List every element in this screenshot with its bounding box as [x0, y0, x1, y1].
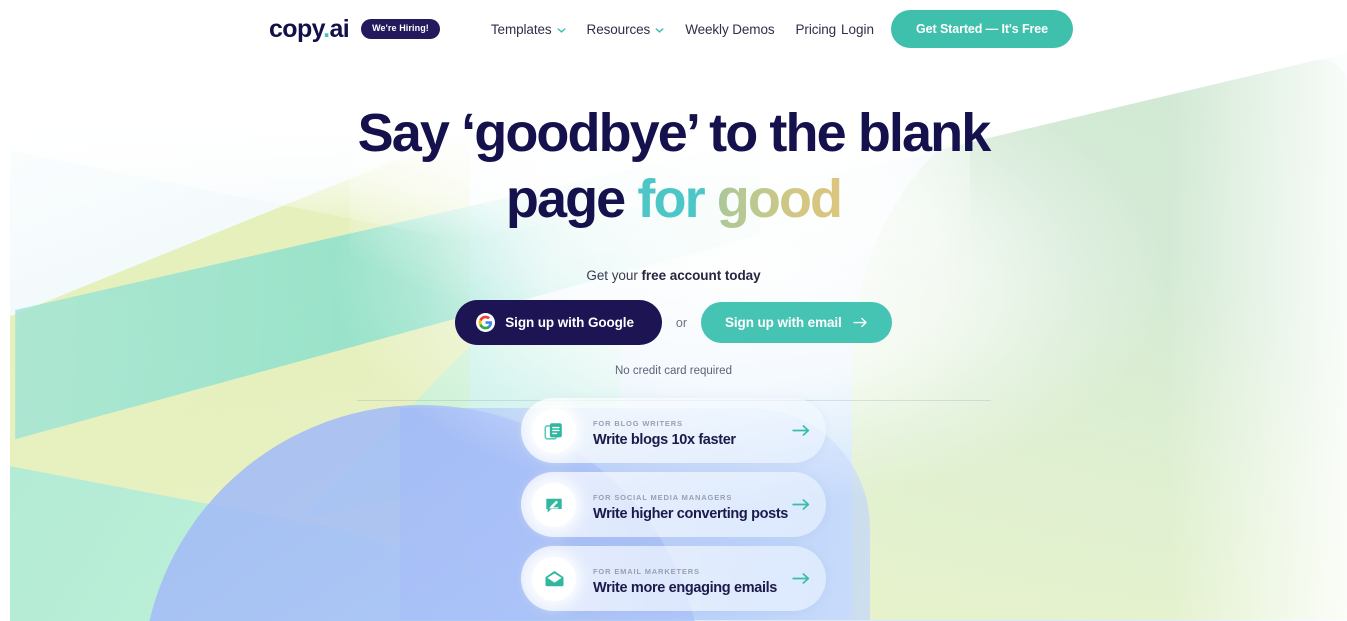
feature-card-eyebrow: FOR SOCIAL MEDIA MANAGERS — [593, 492, 733, 502]
fine-print: No credit card required — [615, 365, 732, 377]
nav-item-resources-label: Resources — [586, 21, 651, 37]
hero-subtitle-prefix: Get your — [586, 268, 642, 283]
or-separator: or — [675, 315, 687, 330]
feature-card-eyebrow: FOR BLOG WRITERS — [593, 418, 683, 428]
sign-up-with-email-label: Sign up with email — [725, 315, 842, 330]
nav-item-weekly-demos[interactable]: Weekly Demos — [685, 22, 774, 37]
logo[interactable]: copy.ai — [269, 14, 350, 43]
arrow-right-icon[interactable] — [792, 498, 811, 511]
headline-line-1: Say ‘goodbye’ to the blank — [357, 103, 992, 163]
hero-subtitle: Get your free account today — [0, 268, 1347, 283]
feature-card-blog-writers[interactable]: FOR BLOG WRITERS Write blogs 10x faster — [521, 398, 826, 463]
feature-card-text: FOR BLOG WRITERS Write blogs 10x faster — [593, 413, 786, 449]
hero-subtitle-bold: free account today — [641, 268, 761, 283]
feature-card-title: Write blogs 10x faster — [593, 431, 736, 448]
feature-card-eyebrow: FOR EMAIL MARKETERS — [593, 566, 700, 576]
page-title: Say ‘goodbye’ to the blank page for good — [0, 106, 1347, 226]
nav-item-templates-label: Templates — [490, 21, 552, 37]
hiring-badge[interactable]: We're Hiring! — [361, 19, 440, 39]
nav-item-weekly-demos-label: Weekly Demos — [685, 21, 775, 37]
headline-word-page: page — [505, 169, 638, 229]
feature-card-title: Write higher converting posts — [593, 505, 789, 522]
nav-item-templates[interactable]: Templates — [491, 22, 566, 37]
logo-text: copy — [269, 14, 324, 43]
sign-up-with-google-button[interactable]: Sign up with Google — [455, 300, 662, 345]
headline-word-good: good — [716, 169, 843, 229]
headline-word-for: for — [637, 169, 717, 229]
login-link[interactable]: Login — [841, 22, 874, 37]
chevron-down-icon — [655, 26, 664, 35]
arrow-right-icon — [853, 317, 868, 328]
feature-card-text: FOR EMAIL MARKETERS Write more engaging … — [593, 561, 786, 597]
sign-up-with-google-label: Sign up with Google — [505, 315, 634, 330]
hero-section: Say ‘goodbye’ to the blank page for good… — [0, 106, 1347, 401]
nav-links: Templates Resources Weekly Demos Pricing — [491, 22, 836, 37]
sign-up-with-email-button[interactable]: Sign up with email — [701, 302, 892, 343]
feature-card-list: FOR BLOG WRITERS Write blogs 10x faster — [0, 398, 1347, 611]
speech-bubble-pen-icon — [532, 482, 576, 527]
nav-item-resources[interactable]: Resources — [587, 22, 665, 37]
headline-line-2: page for good — [0, 172, 1347, 226]
feature-card-text: FOR SOCIAL MEDIA MANAGERS Write higher c… — [593, 487, 789, 523]
page-root: copy.ai We're Hiring! Templates Resource… — [0, 0, 1347, 621]
navbar-right-group: Login Get Started — It's Free — [841, 10, 1073, 48]
google-icon — [476, 313, 496, 332]
nav-item-pricing[interactable]: Pricing — [796, 22, 837, 37]
get-started-button[interactable]: Get Started — It's Free — [891, 10, 1073, 48]
feature-card-email-marketers[interactable]: FOR EMAIL MARKETERS Write more engaging … — [521, 546, 826, 611]
logo-suffix: ai — [329, 14, 350, 43]
envelope-icon — [532, 556, 576, 601]
hero-cta-row: Sign up with Google or Sign up with emai… — [0, 300, 1347, 345]
feature-card-social-media-managers[interactable]: FOR SOCIAL MEDIA MANAGERS Write higher c… — [521, 472, 826, 537]
nav-item-pricing-label: Pricing — [795, 21, 837, 37]
navbar-left-group: copy.ai We're Hiring! Templates Resource… — [269, 14, 836, 43]
arrow-right-icon[interactable] — [792, 424, 811, 437]
navbar: copy.ai We're Hiring! Templates Resource… — [0, 0, 1347, 58]
feature-card-title: Write more engaging emails — [593, 579, 778, 596]
document-stack-icon — [532, 408, 576, 453]
chevron-down-icon — [557, 26, 566, 35]
arrow-right-icon[interactable] — [792, 572, 811, 585]
